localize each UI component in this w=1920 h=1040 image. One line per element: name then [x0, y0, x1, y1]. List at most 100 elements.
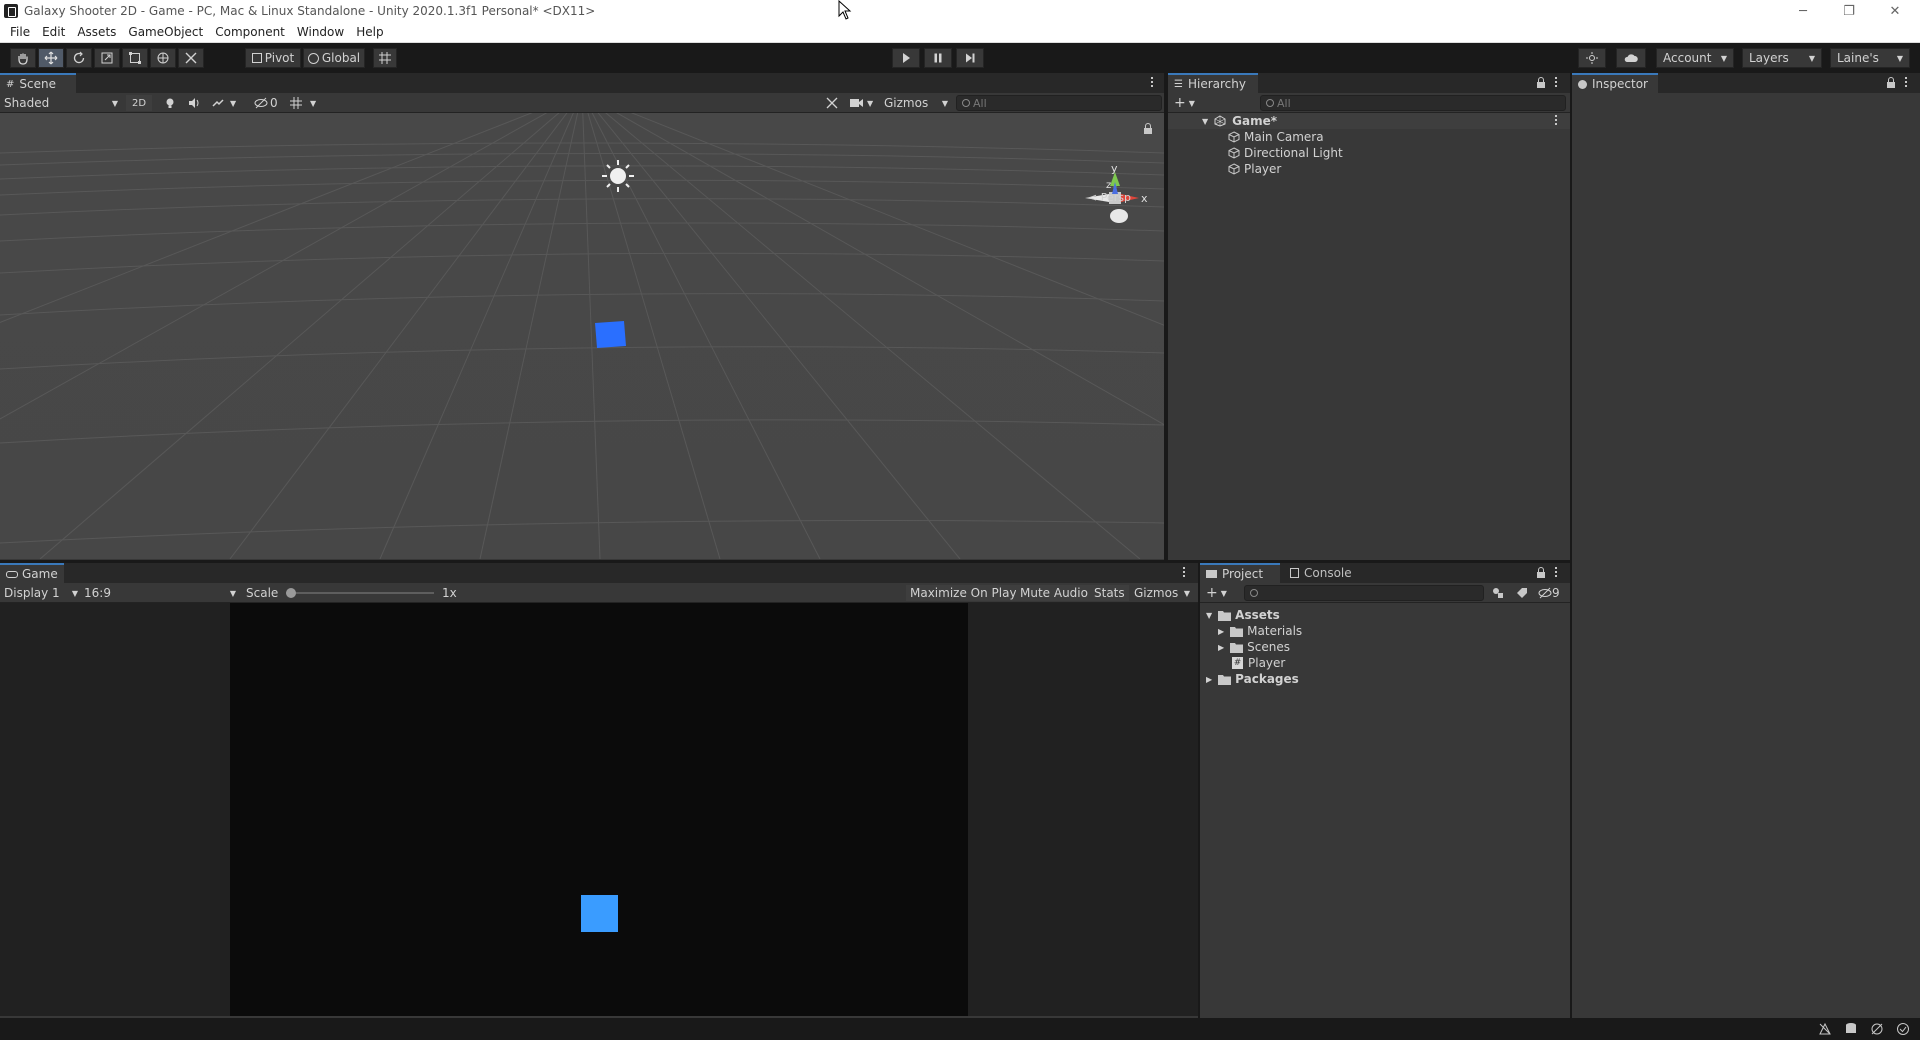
auto-generate-lighting-icon[interactable] [1818, 1022, 1832, 1036]
scene-gizmos-dropdown[interactable]: Gizmos ▼ [884, 95, 948, 111]
status-check-icon[interactable] [1896, 1022, 1910, 1036]
scene-tools-button[interactable] [824, 95, 840, 111]
gamepad-icon [6, 570, 18, 578]
scale-tool-button[interactable] [94, 48, 120, 68]
scene-grid: y x z [0, 113, 1164, 559]
close-button[interactable]: ✕ [1872, 0, 1918, 22]
player-cube-scene[interactable] [595, 321, 626, 348]
search-by-label-button[interactable] [1514, 585, 1530, 601]
project-folder-scenes[interactable]: ▶ Scenes [1218, 639, 1290, 655]
grid-snap-icon [379, 52, 391, 64]
project-search-input[interactable] [1244, 585, 1484, 601]
toggle-2d-button[interactable]: 2D [126, 95, 152, 111]
cloud-icon [1624, 54, 1638, 62]
tab-scene[interactable]: # Scene [0, 73, 76, 93]
collab-disabled-icon[interactable] [1870, 1022, 1884, 1036]
menu-gameobject[interactable]: GameObject [122, 25, 209, 39]
rect-tool-button[interactable] [122, 48, 148, 68]
grid-snap-button[interactable] [373, 48, 397, 68]
hierarchy-lock-icon[interactable] [1536, 77, 1546, 88]
project-lock-icon[interactable] [1536, 567, 1546, 578]
move-tool-button[interactable] [38, 48, 64, 68]
scale-icon [101, 52, 113, 64]
global-toggle[interactable]: Global [303, 48, 365, 68]
cloud-button[interactable] [1616, 48, 1646, 68]
eye-hidden-icon [254, 97, 268, 109]
layout-dropdown[interactable]: Laine's ▼ [1830, 48, 1910, 68]
hierarchy-add-button[interactable]: + ▼ [1174, 95, 1200, 111]
hand-tool-button[interactable] [10, 48, 36, 68]
services-button[interactable] [1578, 48, 1606, 68]
audio-toggle[interactable] [186, 95, 202, 111]
rotate-tool-button[interactable] [66, 48, 92, 68]
hidden-objects-toggle[interactable]: 0 [254, 95, 284, 111]
console-icon [1290, 568, 1299, 578]
tab-console[interactable]: Console [1284, 563, 1368, 583]
project-add-button[interactable]: + ▼ [1206, 585, 1232, 601]
scene-row-menu-icon[interactable] [1554, 115, 1558, 127]
menu-assets[interactable]: Assets [71, 25, 122, 39]
pause-button[interactable] [924, 48, 952, 68]
menu-window[interactable]: Window [291, 25, 350, 39]
project-hidden-toggle[interactable]: 9 [1538, 585, 1566, 601]
maximize-on-play-toggle[interactable]: Maximize On Play [906, 585, 1021, 601]
project-folder-packages[interactable]: ▶ Packages [1206, 671, 1299, 687]
tools-icon [826, 97, 838, 109]
hierarchy-tab-label: Hierarchy [1187, 77, 1246, 91]
mute-audio-toggle[interactable]: Mute Audio [1016, 585, 1092, 601]
tab-game[interactable]: Game [0, 563, 64, 583]
hierarchy-panel: ☰ Hierarchy + ▼ All ▼ Game* Main Camera … [1168, 73, 1570, 560]
projection-toggle[interactable]: < Persp [1088, 191, 1131, 204]
search-by-type-button[interactable] [1490, 585, 1506, 601]
shading-mode-dropdown[interactable]: Shaded ▼ [4, 95, 118, 111]
scene-viewport[interactable]: y x z < Persp [0, 113, 1164, 559]
project-folder-assets[interactable]: ▼ Assets [1206, 607, 1280, 623]
display-dropdown[interactable]: Display 1 ▼ [4, 585, 78, 601]
directional-light-icon[interactable] [602, 160, 634, 192]
game-viewport[interactable] [0, 603, 1198, 1016]
cache-server-icon[interactable] [1844, 1022, 1858, 1036]
inspector-lock-icon[interactable] [1886, 77, 1896, 88]
hierarchy-item-player[interactable]: Player [1228, 161, 1281, 177]
lighting-toggle[interactable] [162, 95, 178, 111]
maximize-button[interactable]: ❐ [1826, 0, 1872, 22]
tab-project[interactable]: Project [1200, 563, 1280, 583]
layers-dropdown[interactable]: Layers ▼ [1742, 48, 1822, 68]
menu-help[interactable]: Help [350, 25, 389, 39]
menu-file[interactable]: File [4, 25, 36, 39]
aspect-dropdown[interactable]: 16:9 ▼ [84, 585, 236, 601]
play-button[interactable] [892, 48, 920, 68]
game-menu-icon[interactable] [1182, 567, 1186, 579]
hierarchy-scene-row[interactable]: ▼ Game* [1168, 113, 1570, 129]
hierarchy-search-input[interactable]: All [1260, 95, 1566, 111]
gizmo-lock-icon[interactable] [1144, 123, 1152, 135]
game-tab-bar: Game [0, 563, 1198, 583]
transform-tool-button[interactable] [150, 48, 176, 68]
project-script-player[interactable]: # Player [1232, 655, 1285, 671]
tab-inspector[interactable]: Inspector [1572, 73, 1658, 93]
grid-dropdown[interactable]: ▼ [290, 95, 324, 111]
inspector-menu-icon[interactable] [1904, 77, 1908, 89]
scale-slider-handle[interactable] [286, 588, 296, 598]
menu-component[interactable]: Component [209, 25, 291, 39]
tab-hierarchy[interactable]: ☰ Hierarchy [1168, 73, 1258, 93]
scale-slider[interactable] [284, 585, 436, 601]
project-menu-icon[interactable] [1554, 567, 1558, 579]
project-folder-materials[interactable]: ▶ Materials [1218, 623, 1302, 639]
scene-menu-icon[interactable] [1150, 77, 1154, 89]
account-dropdown[interactable]: Account ▼ [1656, 48, 1734, 68]
minimize-button[interactable]: ─ [1780, 0, 1826, 22]
pivot-toggle[interactable]: Pivot [245, 48, 301, 68]
game-gizmos-dropdown[interactable]: Gizmos ▼ [1130, 585, 1194, 601]
global-label: Global [321, 51, 361, 65]
stats-toggle[interactable]: Stats [1090, 585, 1129, 601]
custom-tool-button[interactable] [178, 48, 204, 68]
step-button[interactable] [956, 48, 984, 68]
effects-dropdown[interactable]: ▼ [212, 95, 246, 111]
scene-search-input[interactable]: All [956, 95, 1162, 111]
menu-edit[interactable]: Edit [36, 25, 71, 39]
hierarchy-item-main-camera[interactable]: Main Camera [1228, 129, 1324, 145]
hierarchy-item-directional-light[interactable]: Directional Light [1228, 145, 1343, 161]
camera-dropdown[interactable]: ▼ [850, 95, 880, 111]
hierarchy-menu-icon[interactable] [1554, 77, 1558, 89]
